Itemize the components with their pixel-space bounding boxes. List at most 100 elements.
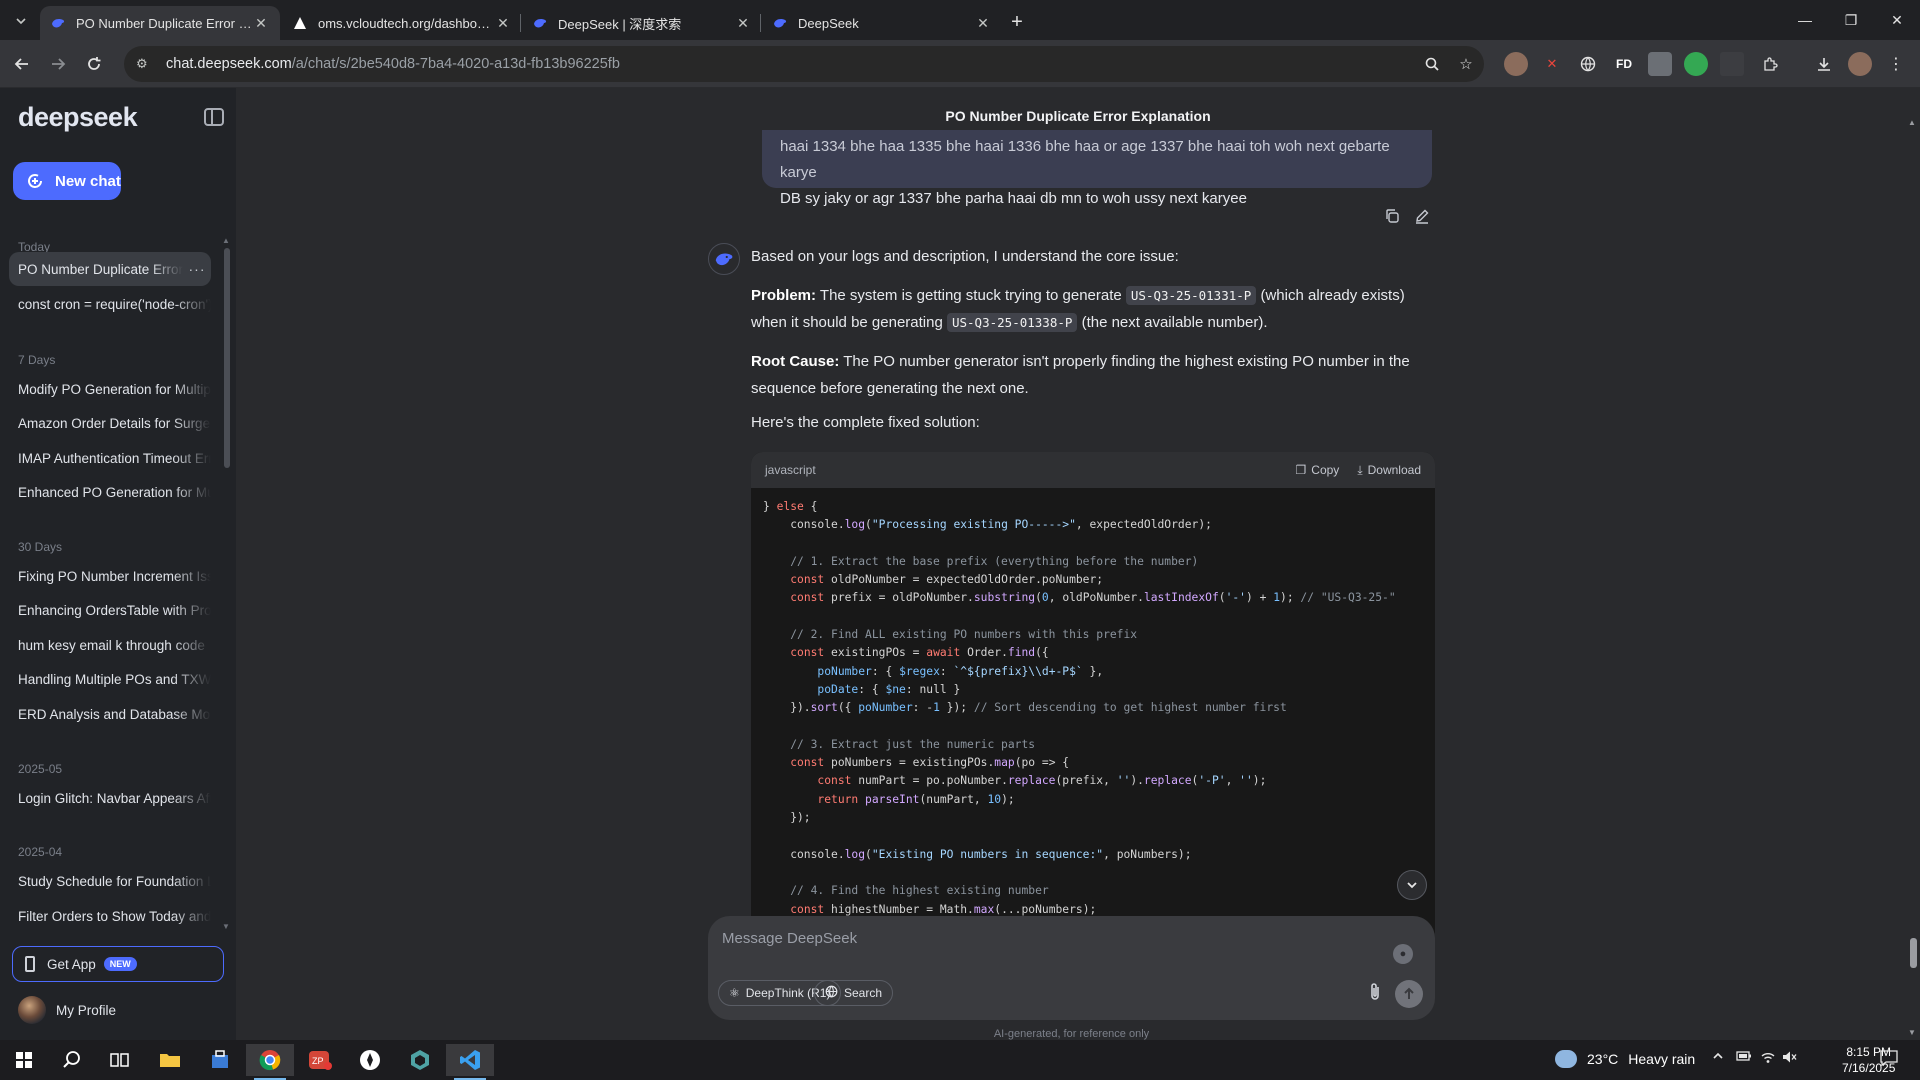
main-scroll-down-icon[interactable]: ▼ (1908, 1028, 1916, 1037)
search-toggle[interactable]: Search (814, 980, 894, 1006)
bookmark-star-icon[interactable]: ☆ (1454, 52, 1478, 76)
chat-item[interactable]: const cron = require('node-cron') (9, 287, 211, 321)
restore-button[interactable]: ❐ (1828, 0, 1874, 40)
sidebar-scroll-down-icon[interactable]: ▼ (222, 922, 230, 931)
sidebar-collapse-icon[interactable] (204, 108, 224, 126)
main-scrollbar[interactable] (1910, 938, 1917, 968)
get-app-button[interactable]: Get App NEW (12, 946, 224, 982)
extension-close-icon[interactable]: ✕ (1540, 52, 1564, 76)
zoom-icon[interactable] (1420, 52, 1444, 76)
zoom-app-icon[interactable]: ZP (296, 1044, 344, 1076)
arrow-up-icon (1404, 987, 1414, 999)
extension-image-icon[interactable] (1648, 52, 1672, 76)
code-block-header: javascript ❐ Copy ⤓ Download (751, 452, 1435, 488)
microsoft-store-icon[interactable] (196, 1044, 244, 1076)
deepseek-logo[interactable]: deepseek (18, 102, 138, 133)
chat-item[interactable]: Enhancing OrdersTable with Props (9, 593, 211, 627)
browser-tab-deepseek-home[interactable]: DeepSeek | 深度求索 ✕ (522, 6, 762, 40)
chat-item[interactable]: Login Glitch: Navbar Appears After (9, 781, 211, 815)
sidebar-scroll-up-icon[interactable]: ▲ (222, 236, 230, 245)
main-scroll-up-icon[interactable]: ▲ (1908, 118, 1916, 127)
new-tab-button[interactable]: + (1003, 8, 1031, 36)
close-tab-icon[interactable]: ✕ (734, 14, 752, 32)
chat-item[interactable]: IMAP Authentication Timeout Error (9, 441, 211, 475)
edit-message-icon[interactable] (1412, 206, 1432, 226)
vscode-icon[interactable] (446, 1044, 494, 1080)
more-options-icon[interactable]: ··· (183, 261, 211, 277)
address-bar[interactable]: ⚙ chat.deepseek.com/a/chat/s/2be540d8-7b… (124, 46, 1484, 82)
sidebar-scrollbar[interactable] (224, 248, 230, 468)
extension-green-icon[interactable] (1684, 52, 1708, 76)
robot-icon[interactable]: ● (1393, 944, 1413, 964)
close-tab-icon[interactable]: ✕ (494, 14, 512, 32)
chat-item[interactable]: ERD Analysis and Database Model (9, 697, 211, 731)
scroll-to-bottom-button[interactable] (1397, 870, 1427, 900)
wifi-icon[interactable] (1760, 1050, 1776, 1067)
browser-tab-po-number[interactable]: PO Number Duplicate Error Exp ✕ (40, 6, 280, 40)
close-window-button[interactable]: ✕ (1874, 0, 1920, 40)
forward-button[interactable] (44, 50, 72, 78)
message-composer[interactable]: Message DeepSeek ● ⚛ DeepThink (R1) Sear… (708, 916, 1435, 1020)
back-button[interactable] (8, 50, 36, 78)
avatar (18, 996, 46, 1024)
copy-code-button[interactable]: ❐ Copy (1296, 463, 1340, 477)
extensions-puzzle-icon[interactable] (1758, 52, 1782, 76)
chrome-icon[interactable] (246, 1044, 294, 1080)
volume-muted-icon[interactable] (1782, 1050, 1798, 1067)
tab-title: PO Number Duplicate Error Exp (76, 15, 252, 31)
chat-item-title: Filter Orders to Show Today and (18, 908, 211, 924)
chat-item[interactable]: Modify PO Generation for Multiple (9, 372, 211, 406)
notification-center-icon[interactable] (1880, 1050, 1898, 1069)
triangle-icon (292, 15, 308, 31)
message-input[interactable]: Message DeepSeek (722, 930, 857, 947)
ai-intro-text: Based on your logs and description, I un… (751, 248, 1179, 265)
chat-item[interactable]: PO Number Duplicate Error Explanation ··… (9, 252, 211, 286)
chat-item[interactable]: hum kesy email k through code (9, 628, 211, 662)
close-tab-icon[interactable]: ✕ (974, 14, 992, 32)
my-profile-button[interactable]: My Profile (18, 996, 116, 1024)
search-icon[interactable] (48, 1044, 96, 1076)
extension-rect-icon[interactable] (1720, 52, 1744, 76)
tray-chevron-up-icon[interactable] (1712, 1050, 1724, 1065)
chat-item[interactable]: Handling Multiple POs and TXW (9, 662, 211, 696)
profile-avatar-icon[interactable] (1848, 52, 1872, 76)
browser-tab-deepseek[interactable]: DeepSeek ✕ (762, 6, 1002, 40)
weather-widget[interactable]: 23°C Heavy rain (1555, 1050, 1695, 1068)
browser-menu-icon[interactable]: ⋮ (1884, 52, 1908, 76)
globe-icon (825, 985, 838, 1001)
send-button[interactable] (1395, 980, 1423, 1008)
minimize-button[interactable]: — (1782, 0, 1828, 40)
chat-item[interactable]: Fixing PO Number Increment Issue (9, 559, 211, 593)
ai-solution-intro: Here's the complete fixed solution: (751, 414, 980, 431)
site-settings-icon[interactable]: ⚙ (136, 56, 156, 72)
get-app-label: Get App (47, 956, 96, 972)
task-view-icon[interactable] (96, 1044, 144, 1076)
reload-button[interactable] (80, 50, 108, 78)
tab-search-button[interactable] (8, 8, 34, 34)
tab-title: DeepSeek | 深度求索 (558, 16, 682, 32)
ai-problem-paragraph: Problem: The system is getting stuck try… (751, 282, 1431, 336)
code-block: javascript ❐ Copy ⤓ Download } else { co… (751, 452, 1435, 948)
cursor-app-icon[interactable] (396, 1044, 444, 1076)
close-tab-icon[interactable]: ✕ (252, 14, 270, 32)
chat-item-title: Fixing PO Number Increment Issue (18, 568, 211, 584)
chat-item[interactable]: Study Schedule for Foundation Level (9, 864, 211, 898)
search-label: Search (844, 986, 883, 1000)
new-chat-button[interactable]: New chat (13, 162, 121, 200)
download-icon[interactable] (1812, 52, 1836, 76)
windows-start-icon[interactable] (0, 1044, 48, 1076)
chat-item[interactable]: Enhanced PO Generation for Multiple (9, 475, 211, 509)
chat-item[interactable]: Filter Orders to Show Today and (9, 899, 211, 933)
copy-message-icon[interactable] (1382, 206, 1402, 226)
extension-fd-icon[interactable]: FD (1612, 52, 1636, 76)
terminal-app-icon[interactable] (346, 1044, 394, 1076)
browser-tab-oms-dashboard[interactable]: oms.vcloudtech.org/dashboard ✕ (282, 6, 522, 40)
battery-icon[interactable] (1736, 1050, 1752, 1065)
chat-item[interactable]: Amazon Order Details for Surge (9, 406, 211, 440)
download-code-button[interactable]: ⤓ Download (1357, 463, 1421, 478)
tab-separator (760, 14, 761, 32)
extension-avatar-icon[interactable] (1504, 52, 1528, 76)
extension-globe-icon[interactable] (1576, 52, 1600, 76)
file-explorer-icon[interactable] (146, 1044, 194, 1076)
attach-file-icon[interactable] (1367, 982, 1383, 1007)
